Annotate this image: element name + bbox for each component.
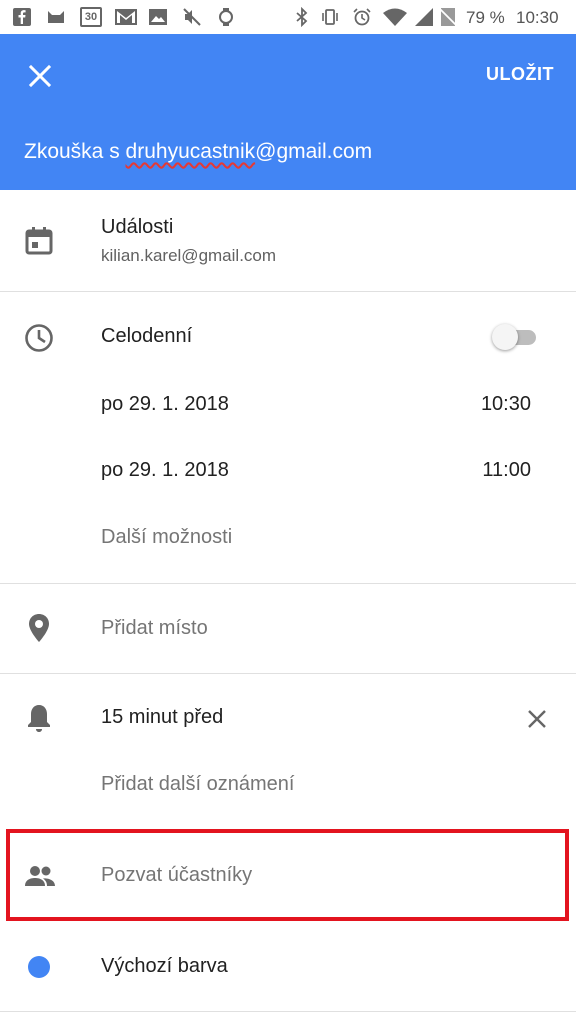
event-color-selector[interactable]: Výchozí barva: [101, 955, 228, 978]
bluetooth-icon: [296, 7, 308, 27]
calendar-icon: [25, 227, 53, 255]
toggle-thumb: [492, 324, 518, 350]
remove-notification-icon[interactable]: [521, 703, 553, 735]
gmail-icon: [115, 9, 137, 25]
clock-icon: [25, 324, 53, 352]
divider: [0, 673, 576, 674]
start-time[interactable]: 10:30: [481, 393, 531, 416]
title-misspelled-word: druhyucastnik: [125, 140, 256, 163]
alarm-icon: [353, 8, 371, 26]
battery-percent: 79 %: [466, 8, 505, 27]
clock: 10:30: [516, 8, 559, 27]
save-button[interactable]: ULOŽIT: [486, 64, 554, 85]
cat-app-icon: [48, 11, 64, 23]
wifi-icon: [383, 8, 407, 26]
highlight-box: [6, 829, 569, 921]
close-icon[interactable]: [20, 56, 60, 96]
calendar-account: kilian.karel@gmail.com: [101, 246, 277, 265]
location-pin-icon: [29, 614, 49, 642]
add-notification-link[interactable]: Přidat další oznámení: [101, 773, 294, 796]
divider: [0, 583, 576, 584]
status-bar: 30 79 % 10:30: [0, 0, 576, 34]
end-date[interactable]: po 29. 1. 2018: [101, 459, 229, 482]
vibrate-icon: [322, 9, 338, 25]
facebook-icon: [13, 8, 31, 26]
all-day-label: Celodenní: [101, 325, 193, 347]
more-options-link[interactable]: Další možnosti: [101, 526, 232, 549]
mute-icon: [183, 8, 201, 26]
all-day-toggle[interactable]: [492, 322, 540, 352]
add-location-field[interactable]: Přidat místo: [101, 617, 208, 640]
event-editor-header: ULOŽIT Zkouška s druhyucastnik@gmail.com: [0, 34, 576, 190]
end-time[interactable]: 11:00: [482, 459, 531, 482]
no-sim-icon: [439, 8, 457, 26]
title-prefix: Zkouška s: [24, 140, 126, 163]
signal-icon: [415, 8, 433, 26]
event-title-input[interactable]: Zkouška s druhyucastnik@gmail.com: [24, 140, 372, 164]
notification-value[interactable]: 15 minut před: [101, 706, 223, 729]
divider: [0, 1011, 576, 1012]
bell-icon: [28, 705, 50, 732]
title-suffix: @gmail.com: [255, 140, 373, 163]
start-date[interactable]: po 29. 1. 2018: [101, 393, 229, 416]
divider: [0, 291, 576, 292]
watch-icon: [219, 8, 233, 26]
calendar-label: Události: [101, 216, 174, 238]
gallery-icon: [149, 9, 167, 25]
event-color-dot: [28, 956, 50, 978]
calendar-notification-icon: 30: [80, 7, 102, 27]
